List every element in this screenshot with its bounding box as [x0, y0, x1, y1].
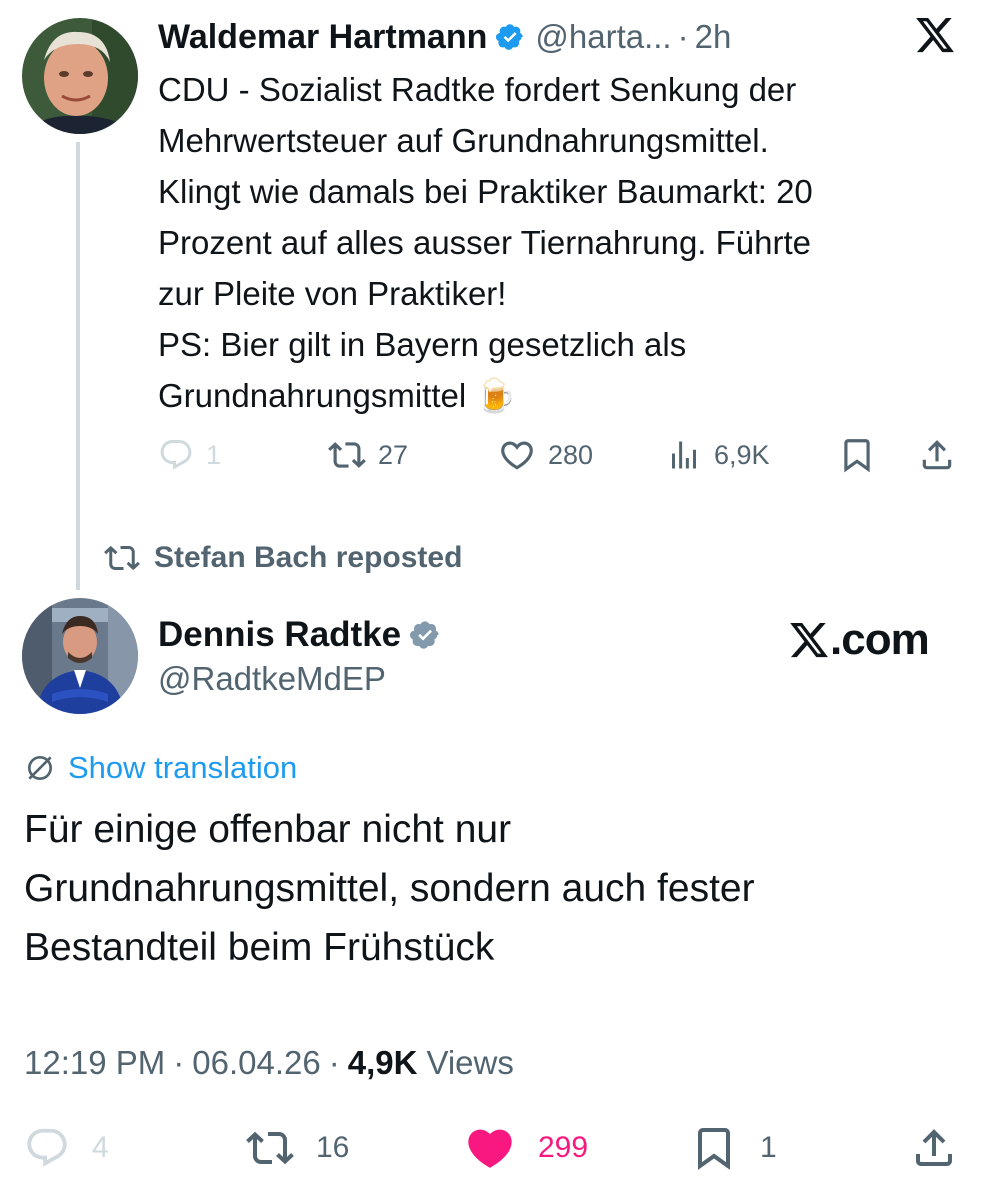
separator-dot: · [677, 18, 689, 55]
like-button[interactable]: 280 [498, 430, 593, 480]
author-handle[interactable]: @harta... [535, 18, 671, 56]
author-name[interactable]: Dennis Radtke [158, 615, 401, 655]
quoted-tweet-actions: 1 27 280 6,9K [158, 430, 958, 480]
repost-banner[interactable]: Stefan Bach reposted [104, 536, 462, 580]
reply-button[interactable]: 4 [24, 1120, 109, 1176]
share-icon [918, 436, 956, 474]
repost-icon [328, 436, 366, 474]
quoted-tweet-text: CDU - Sozialist Radtke fordert Senkung d… [158, 71, 813, 414]
like-count: 299 [538, 1131, 589, 1164]
like-count: 280 [548, 439, 594, 470]
tweet-time[interactable]: 12:19 PM [24, 1044, 165, 1082]
tweet-time[interactable]: 2h [695, 18, 732, 56]
bookmark-count: 1 [760, 1131, 777, 1164]
reply-button[interactable]: 1 [158, 430, 221, 480]
heart-icon [498, 436, 536, 474]
show-translation-link[interactable]: Show translation [24, 746, 297, 790]
x-com-branding: .com [788, 614, 930, 666]
repost-button[interactable]: 27 [328, 430, 408, 480]
reply-count: 4 [92, 1131, 109, 1164]
verified-badge-icon [409, 619, 441, 651]
x-logo-icon [788, 619, 830, 661]
views-button[interactable]: 6,9K [666, 430, 770, 480]
show-translation-label: Show translation [68, 750, 298, 785]
repost-button[interactable]: 16 [246, 1120, 349, 1176]
repost-icon [246, 1124, 294, 1172]
reply-icon [158, 437, 194, 473]
thread-connector-line [76, 142, 80, 590]
views-label: Views [426, 1044, 514, 1081]
branding-text: .com [830, 615, 930, 664]
share-icon [910, 1124, 958, 1172]
avatar-waldemar-hartmann[interactable] [22, 18, 138, 134]
heart-filled-icon [464, 1122, 516, 1174]
repost-count: 27 [378, 439, 409, 470]
bookmark-icon [690, 1124, 738, 1172]
tweet-meta: 12:19 PM · 06.04.26 · 4,9K Views [24, 1040, 514, 1086]
bookmark-icon [838, 436, 876, 474]
bookmark-button[interactable]: 1 [690, 1120, 777, 1176]
quoted-tweet-header: Waldemar Hartmann @harta... · 2h [158, 14, 731, 60]
tweet-date[interactable]: 06.04.26 [192, 1044, 320, 1082]
x-logo-icon[interactable] [914, 14, 956, 56]
main-tweet-text: Für einige offenbar nicht nur Grundnahru… [24, 808, 755, 969]
views-count: 4,9K [347, 1044, 418, 1081]
reply-count: 1 [206, 439, 222, 470]
share-button[interactable] [910, 1120, 958, 1176]
repost-banner-text: Stefan Bach reposted [154, 541, 463, 574]
views-count: 6,9K [714, 439, 770, 470]
separator-dot: · [328, 1044, 340, 1081]
reply-icon [24, 1125, 70, 1171]
separator-dot: · [173, 1044, 185, 1081]
verified-badge-icon [495, 22, 525, 52]
author-handle[interactable]: @RadtkeMdEP [158, 660, 386, 698]
views-chart-icon [666, 437, 702, 473]
main-tweet-author-row: Dennis Radtke [158, 612, 441, 658]
translate-icon [24, 752, 56, 784]
share-button[interactable] [918, 430, 956, 480]
like-button[interactable]: 299 [464, 1120, 588, 1176]
repost-count: 16 [316, 1131, 350, 1164]
author-name[interactable]: Waldemar Hartmann [158, 18, 487, 57]
main-tweet-actions: 4 16 299 1 [24, 1120, 964, 1176]
repost-icon [104, 540, 140, 576]
avatar-dennis-radtke[interactable] [22, 598, 138, 714]
bookmark-button[interactable] [838, 430, 876, 480]
